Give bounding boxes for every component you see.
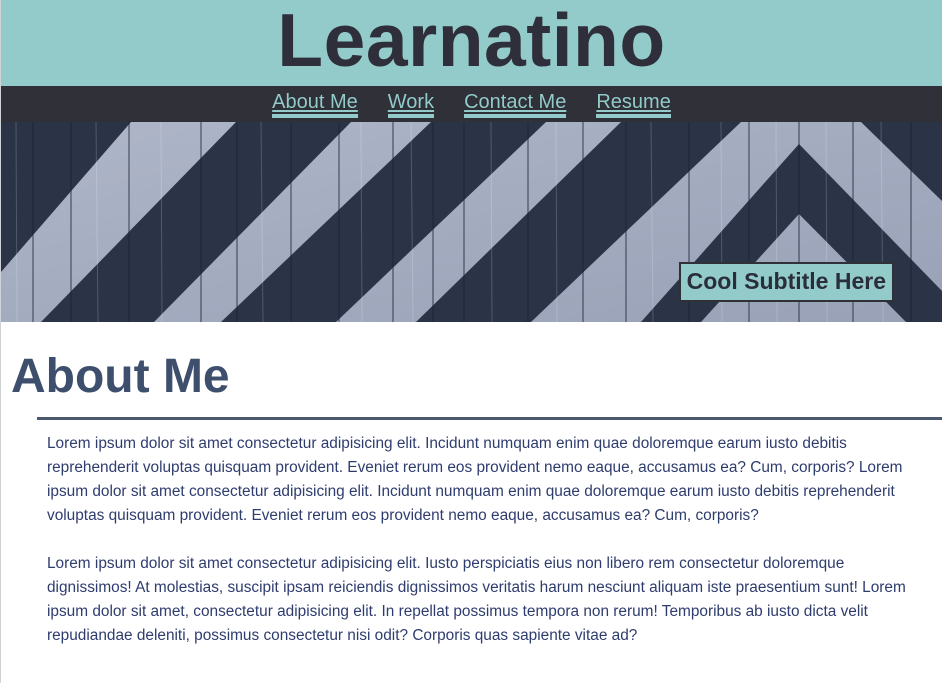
site-header: Learnatino [1, 0, 942, 86]
about-paragraph-2: Lorem ipsum dolor sit amet consectetur a… [47, 555, 906, 644]
main-nav: About Me Work Contact Me Resume [1, 86, 942, 122]
about-text: Lorem ipsum dolor sit amet consectetur a… [47, 432, 912, 648]
about-section: About Me Lorem ipsum dolor sit amet cons… [1, 350, 942, 648]
hero-subtitle: Cool Subtitle Here [678, 262, 894, 302]
about-heading: About Me [11, 350, 230, 403]
about-paragraph-1: Lorem ipsum dolor sit amet consectetur a… [47, 435, 903, 524]
nav-link-about[interactable]: About Me [272, 91, 358, 118]
nav-link-resume[interactable]: Resume [596, 91, 671, 118]
nav-link-work[interactable]: Work [387, 91, 435, 118]
page: Learnatino About Me Work Contact Me Resu… [0, 0, 942, 683]
nav-link-contact[interactable]: Contact Me [464, 91, 567, 118]
site-title: Learnatino [277, 0, 666, 82]
section-divider [37, 417, 942, 420]
hero-banner: Cool Subtitle Here [1, 122, 942, 322]
